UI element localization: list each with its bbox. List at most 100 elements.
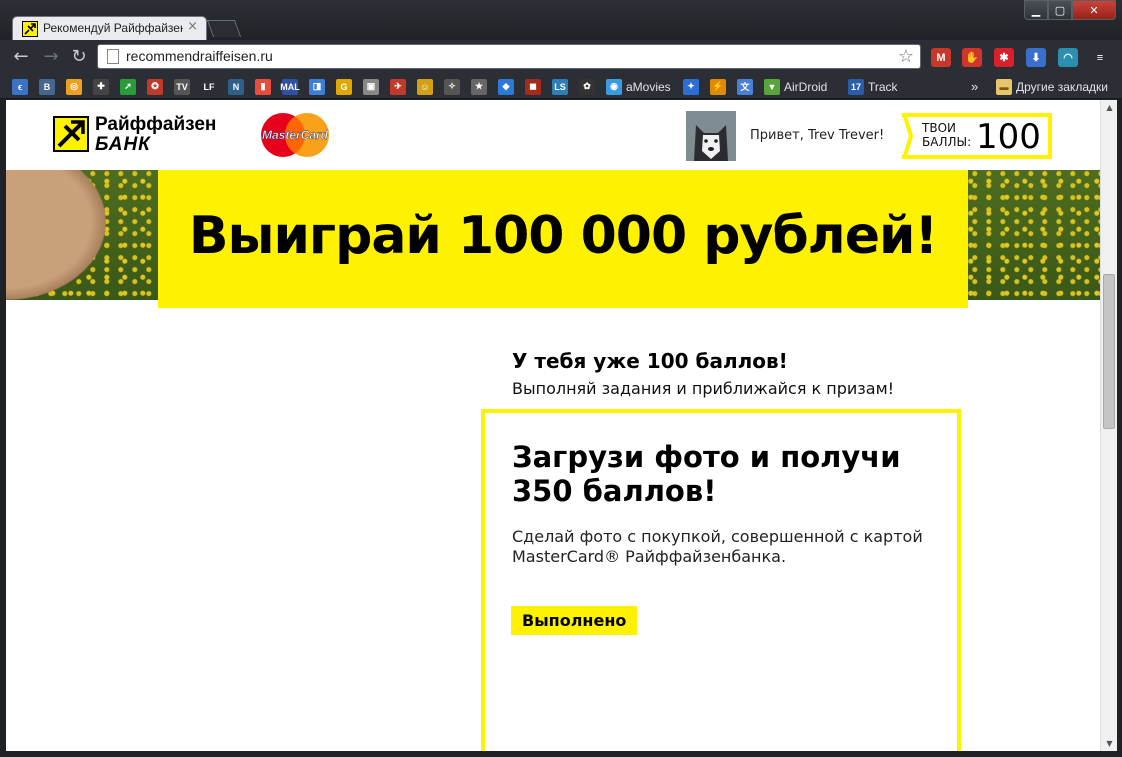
bookmark-icon-1-icon: ϵ bbox=[12, 78, 28, 95]
lastpass-icon[interactable]: ✱ bbox=[994, 48, 1014, 67]
bookmark-mal-icon: MAL bbox=[280, 78, 300, 95]
raiffeisen-logo[interactable]: Райффайзен БАНК bbox=[53, 114, 223, 156]
bookmark-icon-16[interactable]: ☺ bbox=[417, 78, 433, 95]
points-badge: ТВОИ БАЛЛЫ: 100 bbox=[902, 113, 1052, 159]
hero-title-box: Выиграй 100 000 рублей! bbox=[158, 170, 968, 308]
forward-arrow-icon[interactable]: → bbox=[40, 46, 62, 68]
bookmark-ls-icon: LS bbox=[552, 78, 568, 95]
bookmark-icon-19-icon: ◆ bbox=[498, 78, 514, 95]
raiffeisen-favicon-icon bbox=[22, 21, 38, 37]
bookmark-bars[interactable]: ▮ bbox=[255, 78, 271, 95]
bookmark-lf[interactable]: LF bbox=[201, 78, 217, 95]
user-greeting: Привет, Trev Trever! bbox=[750, 128, 885, 143]
bookmark-icon-5-icon: ➚ bbox=[120, 78, 136, 95]
minimize-button[interactable]: ▁ bbox=[1024, 0, 1048, 20]
scroll-down-icon[interactable]: ▼ bbox=[1101, 736, 1118, 751]
bookmark-tv-icon: TV bbox=[174, 78, 190, 95]
bookmark-n-icon: N bbox=[228, 78, 244, 95]
bookmark-tv[interactable]: TV bbox=[174, 78, 190, 95]
bookmark-icon-24[interactable]: ✦ bbox=[683, 78, 699, 95]
points-label-line-2: БАЛЛЫ: bbox=[922, 135, 972, 149]
bookmark-icon-25-icon: ⚡ bbox=[710, 78, 726, 95]
bookmark-bars-icon: ▮ bbox=[255, 78, 271, 95]
bookmark-icon-12[interactable]: ◨ bbox=[309, 78, 325, 95]
mastercard-logo: MasterCard bbox=[258, 112, 332, 158]
download-icon[interactable]: ⬇ bbox=[1026, 48, 1046, 67]
bookmark-icon-1[interactable]: ϵ bbox=[12, 78, 28, 95]
bookmark-icon-19[interactable]: ◆ bbox=[498, 78, 514, 95]
task-done-button[interactable]: Выполнено bbox=[511, 606, 638, 635]
bookmark-amovies-label: aMovies bbox=[626, 79, 671, 94]
bookmark-icon-3-icon: ◎ bbox=[66, 78, 82, 95]
new-tab-button[interactable] bbox=[206, 20, 242, 37]
bookmark-airdroid-icon: ▼ bbox=[764, 78, 780, 95]
bookmark-icon-22[interactable]: ✿ bbox=[579, 78, 595, 95]
menu-icon[interactable]: ≡ bbox=[1090, 48, 1110, 67]
bookmark-g[interactable]: G bbox=[336, 78, 352, 95]
maximize-button[interactable]: ▢ bbox=[1048, 0, 1072, 20]
bookmark-icon-15[interactable]: ✈ bbox=[390, 78, 406, 95]
bookmark-icon-25[interactable]: ⚡ bbox=[710, 78, 726, 95]
folder-icon: ▬ bbox=[996, 78, 1012, 95]
bookmark-icon-17[interactable]: ✧ bbox=[444, 78, 460, 95]
bookmark-translate[interactable]: 文 bbox=[737, 78, 753, 95]
bookmark-mal[interactable]: MAL bbox=[280, 78, 300, 95]
bookmark-amovies[interactable]: ◉ aMovies bbox=[606, 78, 671, 95]
window-bottom-edge bbox=[0, 751, 1122, 757]
raiffeisen-mark-icon bbox=[53, 116, 89, 152]
tab-close-icon[interactable]: × bbox=[187, 19, 198, 34]
points-label: ТВОИ БАЛЛЫ: bbox=[922, 121, 971, 149]
bookmark-dota[interactable]: ◼ bbox=[525, 78, 541, 95]
bookmark-star-icon: ★ bbox=[471, 78, 487, 95]
bookmark-airdroid[interactable]: ▼ AirDroid bbox=[764, 78, 827, 95]
scroll-thumb[interactable] bbox=[1103, 274, 1115, 429]
bookmark-lf-icon: LF bbox=[201, 78, 217, 95]
gmail-icon[interactable]: M bbox=[931, 48, 951, 67]
bookmarks-overflow-icon[interactable]: » bbox=[971, 78, 978, 95]
bookmark-g-icon: G bbox=[336, 78, 352, 95]
page-icon bbox=[107, 49, 119, 64]
points-subheading: Выполняй задания и приближайся к призам! bbox=[512, 379, 895, 398]
bookmark-star-icon[interactable]: ☆ bbox=[898, 46, 914, 67]
bookmark-airdroid-label: AirDroid bbox=[784, 79, 828, 94]
address-url[interactable]: recommendraiffeisen.ru bbox=[126, 48, 273, 64]
hero-hand-image bbox=[6, 170, 106, 300]
tab-active[interactable]: Рекомендуй Райффайзен × bbox=[12, 16, 207, 40]
task-title: Загрузи фото и получи 350 баллов! bbox=[512, 440, 901, 508]
bookmark-track-icon: 17 bbox=[848, 78, 864, 95]
bookmark-icon-3[interactable]: ◎ bbox=[66, 78, 82, 95]
bookmark-icon-4[interactable]: ✚ bbox=[93, 78, 109, 95]
close-window-button[interactable]: ✕ bbox=[1072, 0, 1116, 20]
bookmark-dota-icon: ◼ bbox=[525, 78, 541, 95]
adblock-icon[interactable]: ✋ bbox=[962, 48, 982, 67]
bookmark-vk[interactable]: B bbox=[39, 78, 55, 95]
hero-title: Выиграй 100 000 рублей! bbox=[188, 206, 938, 266]
globe-icon[interactable]: ◠ bbox=[1058, 48, 1078, 67]
bookmark-icon-14[interactable]: ▣ bbox=[363, 78, 379, 95]
points-label-line-1: ТВОИ bbox=[922, 121, 956, 135]
other-bookmarks-folder[interactable]: ▬ Другие закладки bbox=[996, 78, 1108, 95]
bookmark-icon-22-icon: ✿ bbox=[579, 78, 595, 95]
scroll-up-icon[interactable]: ▲ bbox=[1101, 100, 1118, 115]
bookmark-icon-6[interactable]: ✪ bbox=[147, 78, 163, 95]
bookmark-vk-icon: B bbox=[39, 78, 55, 95]
points-heading: У тебя уже 100 баллов! bbox=[512, 349, 788, 373]
user-avatar[interactable] bbox=[686, 111, 736, 161]
bookmark-amovies-icon: ◉ bbox=[606, 78, 622, 95]
vertical-scrollbar[interactable]: ▲ ▼ bbox=[1100, 100, 1117, 751]
points-value: 100 bbox=[976, 117, 1041, 157]
bookmark-icon-5[interactable]: ➚ bbox=[120, 78, 136, 95]
bank-subtitle: БАНК bbox=[95, 134, 151, 155]
task-card: Загрузи фото и получи 350 баллов! Сделай… bbox=[481, 409, 961, 751]
bookmark-track[interactable]: 17 Track bbox=[848, 78, 898, 95]
bookmark-ls[interactable]: LS bbox=[552, 78, 568, 95]
back-arrow-icon[interactable]: ← bbox=[10, 46, 32, 68]
reload-icon[interactable]: ↻ bbox=[68, 46, 90, 68]
bookmark-translate-icon: 文 bbox=[737, 78, 753, 95]
address-bar[interactable]: recommendraiffeisen.ru ☆ bbox=[97, 44, 921, 69]
bookmark-icon-16-icon: ☺ bbox=[417, 78, 433, 95]
bookmark-track-label: Track bbox=[868, 79, 898, 94]
bookmark-n[interactable]: N bbox=[228, 78, 244, 95]
bookmark-star[interactable]: ★ bbox=[471, 78, 487, 95]
browser-toolbar: ← → ↻ recommendraiffeisen.ru ☆ M ✋ ✱ ⬇ ◠ ≡ bbox=[0, 40, 1122, 74]
